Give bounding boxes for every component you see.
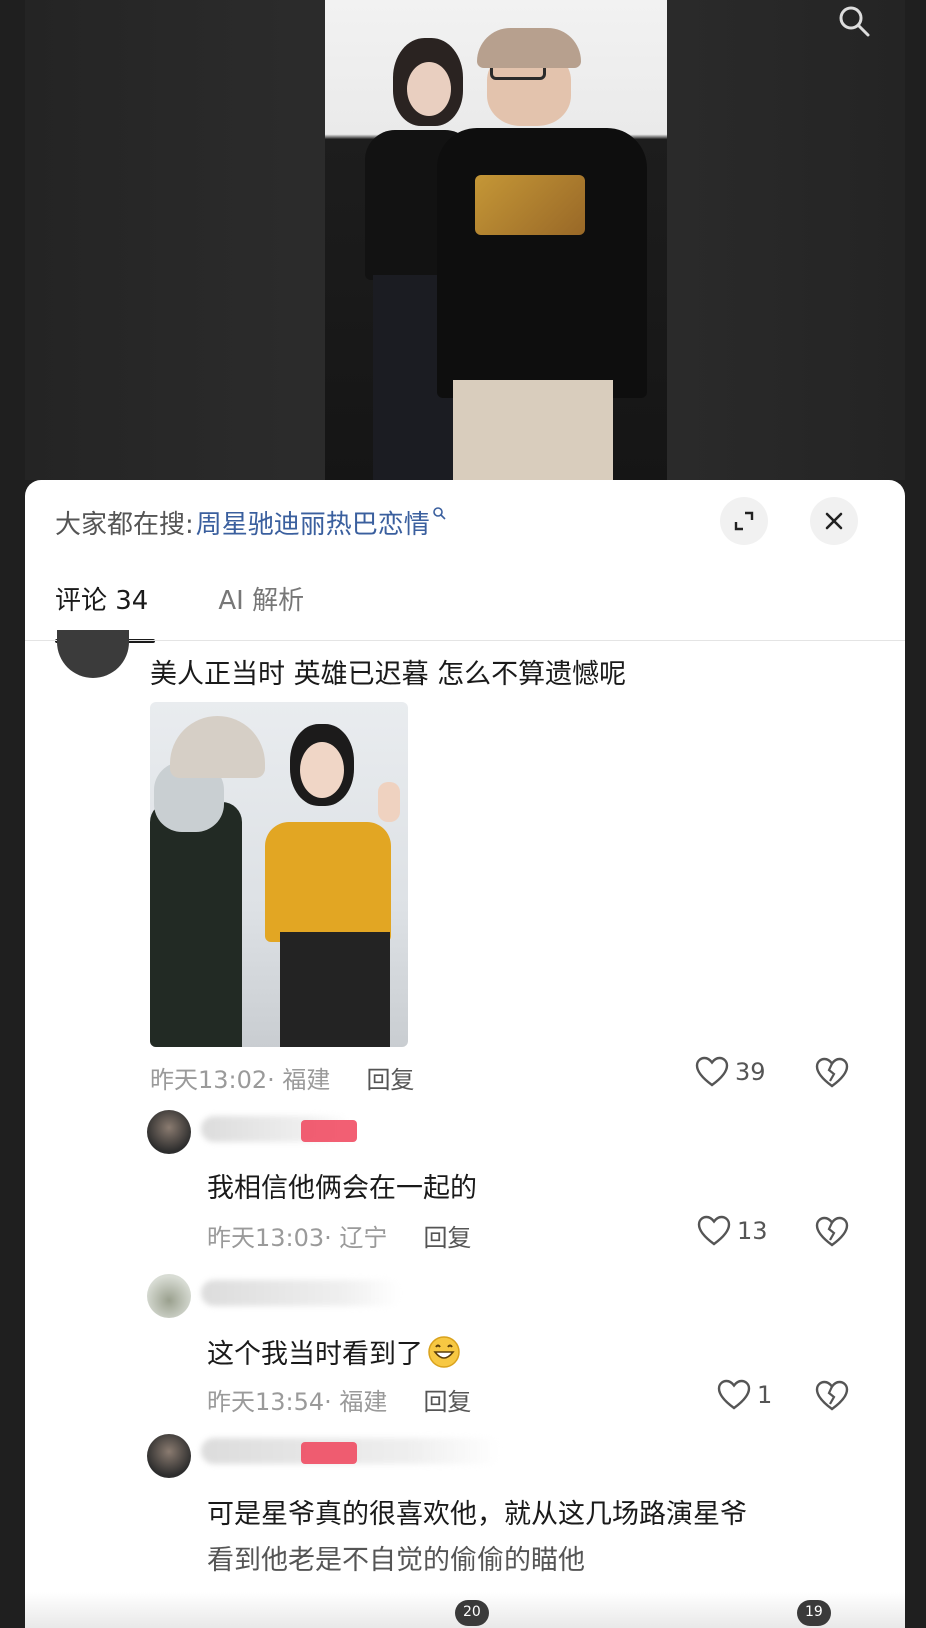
heart-icon xyxy=(717,1379,751,1410)
like-button[interactable]: 13 xyxy=(697,1215,768,1247)
comment-time: 昨天13:02· 福建 xyxy=(150,1066,331,1094)
reply-button[interactable]: 回复 xyxy=(423,1218,471,1253)
image-woman-hand xyxy=(378,782,400,822)
author-badge xyxy=(301,1120,357,1142)
trending-search-prefix: 大家都在搜: xyxy=(55,509,194,540)
heart-icon xyxy=(697,1215,731,1246)
comment-meta: 昨天13:54· 福建 回复 xyxy=(207,1382,471,1417)
broken-heart-icon[interactable] xyxy=(815,1215,849,1249)
count-badge: 20 xyxy=(455,1600,489,1626)
image-man-shirt xyxy=(150,802,242,1047)
comment-image[interactable] xyxy=(150,702,408,1047)
avatar[interactable] xyxy=(147,1110,191,1154)
comment-time: 昨天13:54· 福建 xyxy=(207,1388,388,1416)
comment-time: 昨天13:03· 辽宁 xyxy=(207,1224,388,1252)
broken-heart-icon[interactable] xyxy=(815,1056,849,1090)
comment-tabs: 评论 34 AI 解析 xyxy=(55,580,304,643)
video-man-pants xyxy=(453,380,613,480)
image-man-hat xyxy=(170,716,265,778)
search-icon xyxy=(432,507,446,520)
like-count: 13 xyxy=(737,1217,768,1245)
trending-search-bar[interactable]: 大家都在搜: 周星驰迪丽热巴恋情 xyxy=(55,500,446,544)
comments-panel: 大家都在搜: 周星驰迪丽热巴恋情 评论 34 AI 解析 美人正当时 英雄已迟暮… xyxy=(25,480,905,1628)
video-man-shirt xyxy=(437,128,647,398)
avatar[interactable] xyxy=(147,1434,191,1478)
broken-heart-icon[interactable] xyxy=(815,1379,849,1413)
like-count: 39 xyxy=(735,1058,766,1086)
like-button[interactable]: 1 xyxy=(717,1379,772,1411)
video-frame xyxy=(325,0,667,480)
video-man-hat xyxy=(477,28,581,68)
comment-text-continued: 看到他老是不自觉的偷偷的瞄他 xyxy=(207,1545,585,1576)
comment-text: 这个我当时看到了 xyxy=(207,1332,461,1371)
video-player[interactable] xyxy=(25,0,905,480)
username-blurred xyxy=(201,1280,401,1306)
comment-meta: 昨天13:02· 福建 回复 xyxy=(150,1060,414,1095)
close-button[interactable] xyxy=(810,497,858,545)
expand-button[interactable] xyxy=(720,497,768,545)
author-badge xyxy=(301,1442,357,1464)
image-woman-shirt xyxy=(265,822,391,942)
tab-comments[interactable]: 评论 34 xyxy=(55,580,156,643)
count-badge: 19 xyxy=(797,1600,831,1626)
reply-button[interactable]: 回复 xyxy=(366,1060,414,1095)
image-woman-pants xyxy=(280,932,390,1047)
comment-text: 可是星爷真的很喜欢他，就从这几场路演星爷 xyxy=(207,1499,747,1530)
expand-icon xyxy=(734,511,754,531)
video-shirt-logo xyxy=(475,175,585,235)
grinning-face-icon xyxy=(428,1336,460,1368)
like-count: 1 xyxy=(757,1381,773,1409)
trending-search-term[interactable]: 周星驰迪丽热巴恋情 xyxy=(196,504,430,541)
reply-button[interactable]: 回复 xyxy=(423,1382,471,1417)
search-icon[interactable] xyxy=(837,4,871,38)
close-icon xyxy=(825,512,843,530)
comment-text: 我相信他俩会在一起的 xyxy=(207,1173,477,1204)
like-button[interactable]: 39 xyxy=(695,1056,766,1088)
tabs-divider xyxy=(25,640,905,641)
comment-text: 美人正当时 英雄已迟暮 怎么不算遗憾呢 xyxy=(150,659,627,690)
tab-ai-analysis[interactable]: AI 解析 xyxy=(218,580,304,635)
comment-meta: 昨天13:03· 辽宁 回复 xyxy=(207,1218,471,1253)
heart-icon xyxy=(695,1056,729,1087)
video-person-face xyxy=(407,62,451,116)
image-woman-face xyxy=(300,742,344,798)
avatar[interactable] xyxy=(57,630,129,678)
avatar[interactable] xyxy=(147,1274,191,1318)
